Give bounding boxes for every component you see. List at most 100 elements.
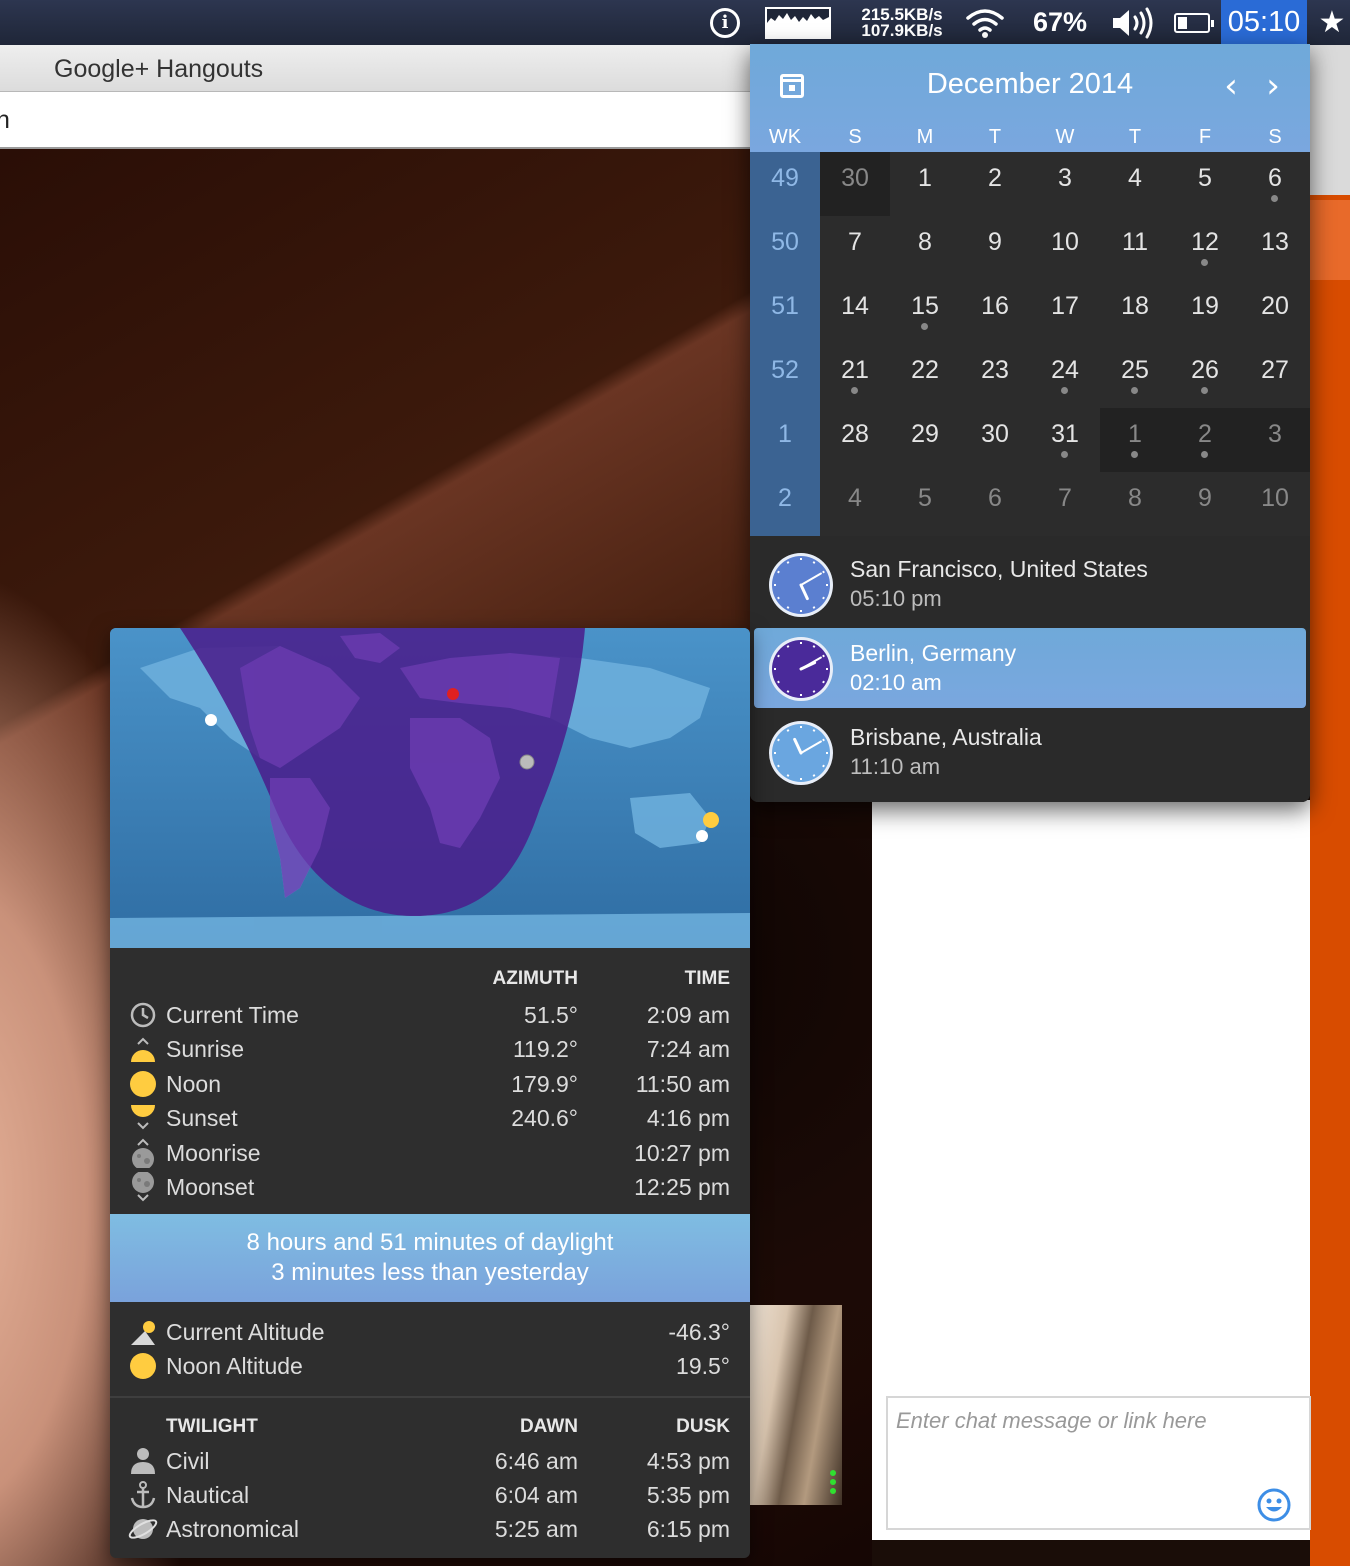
sun-event-label: Moonset <box>166 1174 255 1200</box>
calendar-day[interactable]: 13 <box>1240 216 1310 280</box>
calendar-day[interactable]: 17 <box>1030 280 1100 344</box>
day-number: 8 <box>918 228 932 256</box>
dow-header: M <box>916 126 934 148</box>
day-number: 9 <box>988 228 1002 256</box>
emoji-icon[interactable] <box>1257 1488 1291 1522</box>
chevron-right-icon[interactable]: › <box>1258 68 1288 104</box>
calendar-day[interactable]: 3 <box>1240 408 1310 472</box>
twilight-row: Civil 6:46 am 4:53 pm <box>110 1444 750 1478</box>
event-dot-icon <box>921 323 928 330</box>
twilight-label: Astronomical <box>166 1516 299 1542</box>
volume-icon[interactable] <box>1108 0 1160 45</box>
signal-indicator <box>830 1470 838 1500</box>
sun-event-label: Moonrise <box>166 1139 261 1166</box>
calendar-day[interactable]: 4 <box>1100 152 1170 216</box>
calendar-day[interactable]: 5 <box>1170 152 1240 216</box>
timezone-row[interactable]: San Francisco, United States 05:10 pm <box>754 544 1306 624</box>
calendar-day[interactable]: 1 <box>890 152 960 216</box>
calendar-day[interactable]: 4 <box>820 472 890 536</box>
dow-header: F <box>1198 126 1212 148</box>
berlin-marker <box>447 688 459 700</box>
calendar-today-icon[interactable] <box>780 74 804 98</box>
dow-header: S <box>1268 126 1282 148</box>
dow-header: T <box>1128 126 1142 148</box>
calendar-day[interactable]: 23 <box>960 344 1030 408</box>
network-graph-icon[interactable] <box>764 0 832 45</box>
battery-icon[interactable] <box>1170 0 1214 45</box>
twilight-dusk: 5:35 pm <box>646 1482 730 1508</box>
timezone-time: 05:10 pm <box>850 586 942 611</box>
chevron-left-icon[interactable]: ‹ <box>1216 68 1246 104</box>
time-header: TIME <box>684 968 730 989</box>
calendar-day[interactable]: 9 <box>960 216 1030 280</box>
sun-info-popover: AZIMUTH TIME Current Time 51.5° 2:09 am Sun… <box>110 628 750 1558</box>
calendar-day[interactable]: 30 <box>960 408 1030 472</box>
twilight-dawn: 6:46 am <box>494 1448 578 1474</box>
week-number: 51 <box>771 292 799 320</box>
daylight-summary: 8 hours and 51 minutes of daylight 3 min… <box>110 1214 750 1302</box>
day-number: 26 <box>1191 356 1219 384</box>
calendar-day[interactable]: 1 <box>1100 408 1170 472</box>
calendar-day[interactable]: 6 <box>1240 152 1310 216</box>
sun-event-time: 11:50 am <box>635 1070 730 1097</box>
address-bar[interactable]: n <box>0 92 760 149</box>
sun-event-row: Moonset 12:25 pm <box>110 1170 750 1204</box>
sun-event-azimuth: 119.2° <box>512 1036 578 1063</box>
day-number: 10 <box>1051 228 1079 256</box>
timezone-time: 11:10 am <box>850 754 941 779</box>
calendar-day[interactable]: 24 <box>1030 344 1100 408</box>
timezone-row[interactable]: Brisbane, Australia 11:10 am <box>754 712 1306 792</box>
calendar-day[interactable]: 5 <box>890 472 960 536</box>
calendar-day[interactable]: 21 <box>820 344 890 408</box>
calendar-day[interactable]: 26 <box>1170 344 1240 408</box>
network-speed[interactable]: 215.5KB/s 107.9KB/s <box>850 0 954 45</box>
sun-event-label: Sunrise <box>166 1036 244 1063</box>
day-number: 20 <box>1261 292 1289 320</box>
self-view-thumbnail[interactable] <box>750 1305 842 1505</box>
calendar-day[interactable]: 19 <box>1170 280 1240 344</box>
day-number: 12 <box>1191 228 1219 256</box>
calendar-day[interactable]: 16 <box>960 280 1030 344</box>
analog-clock-icon <box>769 553 833 617</box>
day-number: 30 <box>981 420 1009 448</box>
sun-event-label: Noon <box>166 1070 221 1097</box>
calendar-day[interactable]: 7 <box>1030 472 1100 536</box>
calendar-day[interactable]: 31 <box>1030 408 1100 472</box>
calendar-day[interactable]: 9 <box>1170 472 1240 536</box>
dow-header: T <box>988 126 1002 148</box>
battery-percent[interactable]: 67% <box>1026 0 1094 45</box>
calendar-day[interactable]: 7 <box>820 216 890 280</box>
info-icon[interactable]: i <box>706 0 744 45</box>
calendar-day[interactable]: 25 <box>1100 344 1170 408</box>
calendar-day[interactable]: 30 <box>820 152 890 216</box>
menu-clock[interactable]: 05:10 <box>1221 0 1307 45</box>
noon-sun-icon <box>130 1070 156 1097</box>
calendar-day[interactable]: 10 <box>1030 216 1100 280</box>
twilight-label: Civil <box>166 1448 210 1474</box>
twilight-dawn: 6:04 am <box>494 1482 578 1508</box>
calendar-day[interactable]: 3 <box>1030 152 1100 216</box>
calendar-day[interactable]: 14 <box>820 280 890 344</box>
calendar-day[interactable]: 11 <box>1100 216 1170 280</box>
calendar-day[interactable]: 6 <box>960 472 1030 536</box>
calendar-day[interactable]: 22 <box>890 344 960 408</box>
star-icon[interactable]: ★ <box>1314 0 1350 45</box>
calendar-day[interactable]: 10 <box>1240 472 1310 536</box>
calendar-day[interactable]: 20 <box>1240 280 1310 344</box>
calendar-day[interactable]: 2 <box>960 152 1030 216</box>
chat-message-input[interactable]: Enter chat message or link here <box>886 1396 1311 1530</box>
wifi-icon[interactable] <box>962 0 1008 45</box>
timezone-row[interactable]: Berlin, Germany 02:10 am <box>754 628 1306 708</box>
calendar-day[interactable]: 12 <box>1170 216 1240 280</box>
dow-header: WK <box>768 126 802 148</box>
calendar-day[interactable]: 2 <box>1170 408 1240 472</box>
window-title: Google+ Hangouts <box>54 55 264 83</box>
calendar-day[interactable]: 8 <box>890 216 960 280</box>
calendar-day[interactable]: 29 <box>890 408 960 472</box>
calendar-day[interactable]: 18 <box>1100 280 1170 344</box>
calendar-day[interactable]: 27 <box>1240 344 1310 408</box>
calendar-day[interactable]: 15 <box>890 280 960 344</box>
calendar-day[interactable]: 28 <box>820 408 890 472</box>
calendar-day[interactable]: 8 <box>1100 472 1170 536</box>
sun-event-row: Noon 179.9° 11:50 am <box>110 1067 750 1101</box>
